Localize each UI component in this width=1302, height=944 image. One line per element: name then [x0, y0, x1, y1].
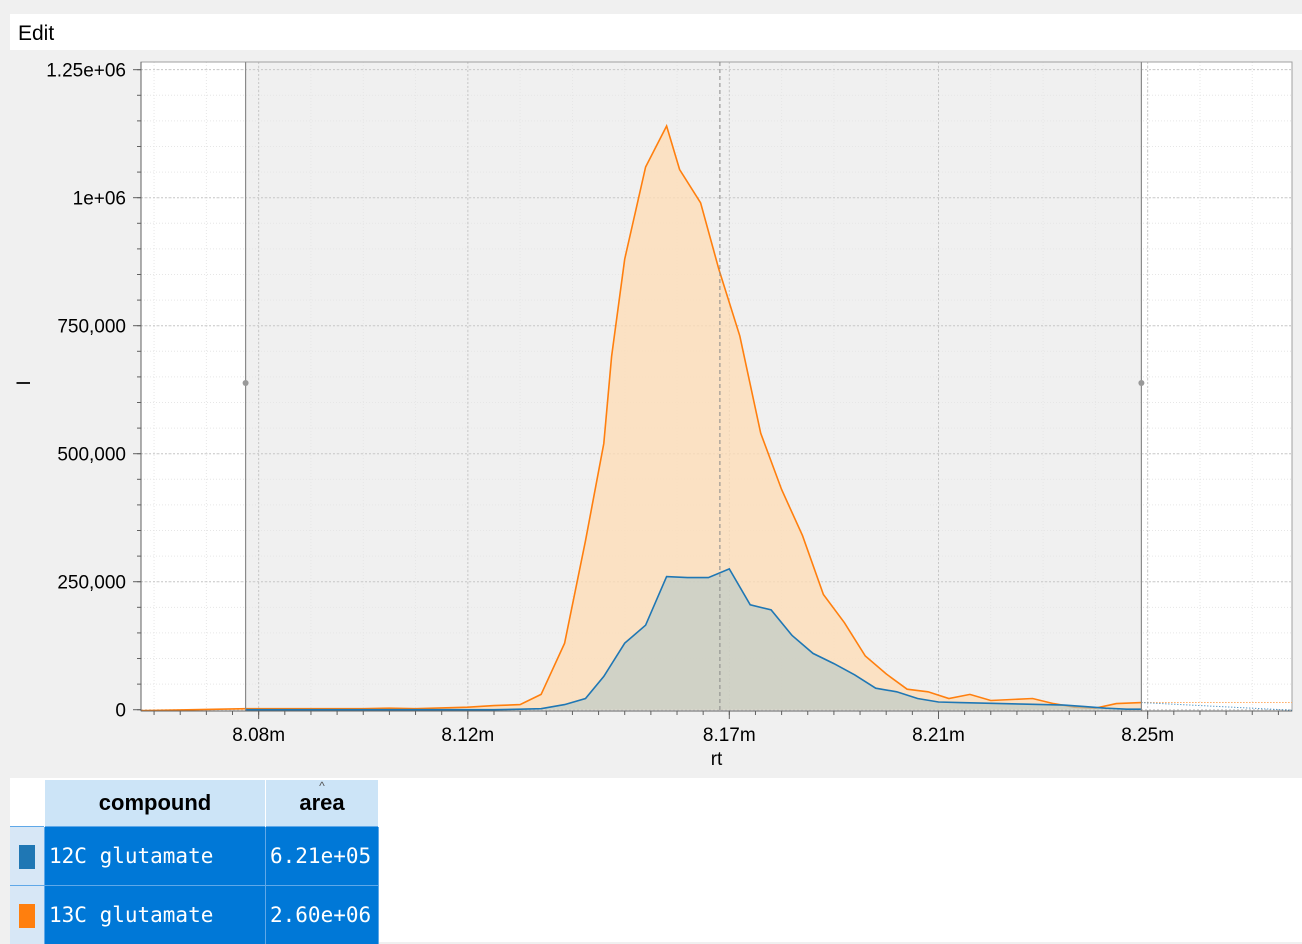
- y-tick-label: 1.25e+06: [46, 61, 126, 82]
- y-tick-label: 0: [115, 701, 126, 722]
- color-swatch: [19, 845, 35, 869]
- area-value: 6.21e+05: [270, 843, 378, 869]
- table-row[interactable]: 13C glutamate 2.60e+06: [10, 886, 379, 944]
- x-axis-title: rt: [711, 749, 723, 770]
- y-tick-label: 500,000: [57, 445, 126, 466]
- y-tick-label: 250,000: [57, 573, 126, 594]
- header-area-label: area: [299, 790, 344, 815]
- chromatogram-chart[interactable]: 8.08m 8.12m 8.17m 8.21m 8.25m 0 250,000 500,000…: [0, 0, 1302, 778]
- header-compound[interactable]: compound: [45, 780, 266, 827]
- sort-ascending-icon: ^: [319, 779, 325, 793]
- x-tick-label: 8.17m: [703, 725, 756, 746]
- y-tick-label: 750,000: [57, 317, 126, 338]
- color-swatch: [19, 904, 35, 928]
- x-tick-label: 8.25m: [1121, 725, 1174, 746]
- header-compound-label: compound: [99, 790, 211, 815]
- results-panel: compound ^area 12C glutamate 6.21e+05 13…: [10, 778, 1302, 942]
- compound-cell[interactable]: 12C glutamate: [45, 827, 266, 886]
- y-axis-title: I: [14, 380, 35, 385]
- boundary-handle[interactable]: [243, 380, 249, 386]
- x-tick-label: 8.12m: [441, 725, 494, 746]
- row-swatch-cell: [10, 827, 45, 886]
- area-value: 2.60e+06: [270, 902, 378, 928]
- table-row[interactable]: 12C glutamate 6.21e+05: [10, 827, 379, 886]
- x-tick-label: 8.08m: [232, 725, 285, 746]
- table-corner: [10, 780, 45, 827]
- results-table: compound ^area 12C glutamate 6.21e+05 13…: [10, 780, 379, 944]
- header-area[interactable]: ^area: [266, 780, 379, 827]
- area-cell[interactable]: 2.60e+06: [266, 886, 379, 944]
- row-swatch-cell: [10, 886, 45, 944]
- compound-cell[interactable]: 13C glutamate: [45, 886, 266, 944]
- y-tick-label: 1e+06: [73, 189, 126, 210]
- area-cell[interactable]: 6.21e+05: [266, 827, 379, 886]
- boundary-handle[interactable]: [1138, 380, 1144, 386]
- x-tick-label: 8.21m: [912, 725, 965, 746]
